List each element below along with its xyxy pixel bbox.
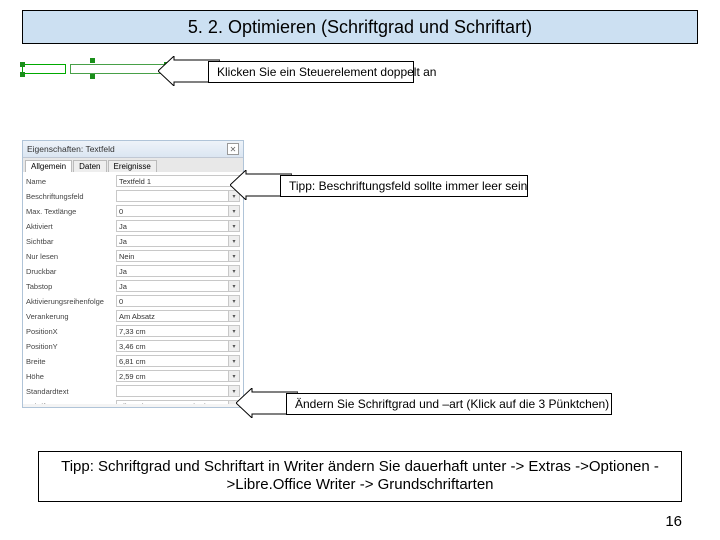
tip-text: Tipp: Schriftgrad und Schriftart in Writ… [61,458,659,494]
dropdown-icon[interactable]: ▾ [228,296,239,306]
property-label: Standardtext [26,387,116,396]
property-label: Höhe [26,372,116,381]
properties-window-titlebar[interactable]: Eigenschaften: Textfeld ✕ [23,141,243,158]
close-icon[interactable]: ✕ [227,143,239,155]
property-row: SchriftLiberation Sans, Standard, 12▾ [26,399,240,404]
property-value[interactable]: 7,33 cm▾ [116,325,240,337]
property-label: Breite [26,357,116,366]
property-row: Aktivierungsreihenfolge0▾ [26,294,240,308]
property-value[interactable]: 2,59 cm▾ [116,370,240,382]
dropdown-icon[interactable]: ▾ [228,266,239,276]
dropdown-icon[interactable]: ▾ [228,221,239,231]
property-row: Breite6,81 cm▾ [26,354,240,368]
property-row: Höhe2,59 cm▾ [26,369,240,383]
tab-general[interactable]: Allgemein [25,160,72,172]
property-row: DruckbarJa▾ [26,264,240,278]
property-label: PositionY [26,342,116,351]
property-label: Name [26,177,116,186]
property-label: Sichtbar [26,237,116,246]
properties-tabs[interactable]: Allgemein Daten Ereignisse [23,158,243,172]
property-value[interactable]: Nein▾ [116,250,240,262]
property-value[interactable]: Ja▾ [116,280,240,292]
page-number: 16 [665,513,682,530]
property-row: PositionX7,33 cm▾ [26,324,240,338]
property-label: Aktiviert [26,222,116,231]
slide-title-bar: 5. 2. Optimieren (Schriftgrad und Schrif… [22,10,698,44]
property-row: AktiviertJa▾ [26,219,240,233]
property-label: PositionX [26,327,116,336]
callout-2-text: Tipp: Beschriftungsfeld sollte immer lee… [289,179,527,193]
properties-window-title: Eigenschaften: Textfeld [27,144,115,154]
property-label: Druckbar [26,267,116,276]
property-value[interactable]: 3,46 cm▾ [116,340,240,352]
property-row: Standardtext▾ [26,384,240,398]
property-label: Nur lesen [26,252,116,261]
dropdown-icon[interactable]: ▾ [228,356,239,366]
property-label: Max. Textlänge [26,207,116,216]
dropdown-icon[interactable]: ▾ [228,341,239,351]
dropdown-icon[interactable]: ▾ [228,206,239,216]
selected-form-control[interactable] [22,60,172,88]
property-label: Beschriftungsfeld [26,192,116,201]
property-row: Max. Textlänge0▾ [26,204,240,218]
dropdown-icon[interactable]: ▾ [228,326,239,336]
property-value[interactable]: Ja▾ [116,220,240,232]
property-label: Tabstop [26,282,116,291]
properties-grid[interactable]: NameTextfeld 1Beschriftungsfeld▾Max. Tex… [23,172,243,404]
dropdown-icon[interactable]: ▾ [228,371,239,381]
tip-box: Tipp: Schriftgrad und Schriftart in Writ… [38,451,682,503]
callout-1: Klicken Sie ein Steuerelement doppelt an [208,61,414,83]
property-value[interactable]: 0▾ [116,295,240,307]
callout-2: Tipp: Beschriftungsfeld sollte immer lee… [280,175,528,197]
property-value[interactable]: 6,81 cm▾ [116,355,240,367]
dropdown-icon[interactable]: ▾ [228,311,239,321]
property-value[interactable]: Liberation Sans, Standard, 12▾ [116,400,240,404]
property-row: VerankerungAm Absatz▾ [26,309,240,323]
property-value[interactable]: 0▾ [116,205,240,217]
property-row: TabstopJa▾ [26,279,240,293]
slide-title: 5. 2. Optimieren (Schriftgrad und Schrif… [188,17,532,38]
property-value[interactable]: Ja▾ [116,235,240,247]
property-label: Verankerung [26,312,116,321]
property-label: Schrift [26,402,116,405]
tab-events[interactable]: Ereignisse [108,160,157,172]
property-row: Beschriftungsfeld▾ [26,189,240,203]
property-row: NameTextfeld 1 [26,174,240,188]
callout-3-text: Ändern Sie Schriftgrad und –art (Klick a… [295,397,609,411]
callout-3: Ändern Sie Schriftgrad und –art (Klick a… [286,393,612,415]
callout-1-text: Klicken Sie ein Steuerelement doppelt an [217,65,436,79]
dropdown-icon[interactable]: ▾ [228,236,239,246]
property-value[interactable]: ▾ [116,385,240,397]
property-value[interactable]: Ja▾ [116,265,240,277]
properties-window[interactable]: Eigenschaften: Textfeld ✕ Allgemein Date… [22,140,244,408]
property-row: PositionY3,46 cm▾ [26,339,240,353]
property-row: Nur lesenNein▾ [26,249,240,263]
property-label: Aktivierungsreihenfolge [26,297,116,306]
property-value[interactable]: ▾ [116,190,240,202]
property-value[interactable]: Textfeld 1 [116,175,240,187]
dropdown-icon[interactable]: ▾ [228,281,239,291]
dropdown-icon[interactable]: ▾ [228,251,239,261]
property-value[interactable]: Am Absatz▾ [116,310,240,322]
tab-data[interactable]: Daten [73,160,106,172]
property-row: SichtbarJa▾ [26,234,240,248]
